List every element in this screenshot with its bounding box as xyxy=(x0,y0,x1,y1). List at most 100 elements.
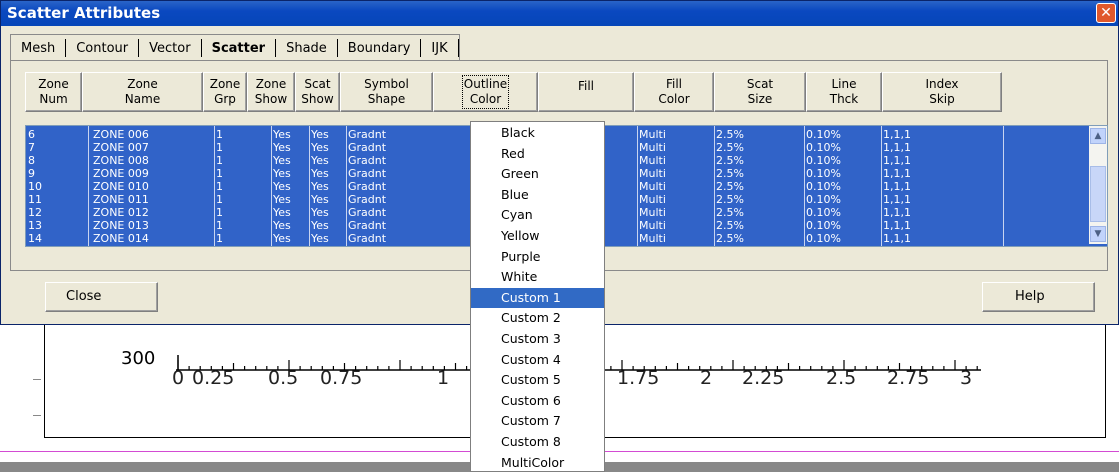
x-tick-label: 2.75 xyxy=(887,367,930,389)
column-index-skip-button[interactable]: Index Skip xyxy=(882,72,1002,112)
cell-zone-num: 8 xyxy=(28,155,35,166)
color-option-yellow[interactable]: Yellow xyxy=(471,226,604,246)
color-option-multicolor[interactable]: MultiColor xyxy=(471,453,604,473)
column-outline-color-button[interactable]: Outline Color xyxy=(433,72,538,112)
cell-zone-name: ZONE 012 xyxy=(93,207,149,218)
cell-fill-color: Multi xyxy=(639,142,666,153)
cell-zone-name: ZONE 014 xyxy=(93,233,149,244)
cell-zone-grp: 1 xyxy=(216,129,223,140)
tab-boundary[interactable]: Boundary xyxy=(338,41,421,56)
column-symbol-shape-button[interactable]: Symbol Shape xyxy=(340,72,433,112)
cell-index-skip: 1,1,1 xyxy=(883,207,911,218)
cell-scat-show: Yes xyxy=(311,194,329,205)
cell-line-thck: 0.10% xyxy=(806,194,841,205)
cell-line-thck: 0.10% xyxy=(806,181,841,192)
list-scrollbar[interactable]: ▲ ▼ xyxy=(1089,126,1107,244)
column-label: Fill Color xyxy=(658,77,690,106)
cell-zone-num: 13 xyxy=(28,220,42,231)
cell-zone-name: ZONE 011 xyxy=(93,194,149,205)
cell-zone-grp: 1 xyxy=(216,181,223,192)
color-option-custom-1[interactable]: Custom 1 xyxy=(471,287,604,308)
cell-index-skip: 1,1,1 xyxy=(883,155,911,166)
cell-zone-show: Yes xyxy=(273,220,291,231)
cell-zone-name: ZONE 013 xyxy=(93,220,149,231)
scroll-thumb[interactable] xyxy=(1090,166,1106,222)
cell-symbol-shape: Gradnt xyxy=(348,181,387,192)
column-fill-color-button[interactable]: Fill Color xyxy=(634,72,714,112)
cell-index-skip: 1,1,1 xyxy=(883,194,911,205)
cell-scat-size: 2.5% xyxy=(716,220,744,231)
tab-mesh[interactable]: Mesh xyxy=(11,41,65,56)
cell-symbol-shape: Gradnt xyxy=(348,233,387,244)
color-option-custom-8[interactable]: Custom 8 xyxy=(471,432,604,452)
title-bar[interactable]: Scatter Attributes ✕ xyxy=(1,1,1118,26)
x-tick-label: 2.25 xyxy=(742,367,785,389)
column-zone-num-button[interactable]: Zone Num xyxy=(25,72,82,112)
cell-line-thck: 0.10% xyxy=(806,129,841,140)
close-button[interactable]: Close xyxy=(45,282,158,312)
color-option-custom-2[interactable]: Custom 2 xyxy=(471,308,604,328)
color-option-custom-7[interactable]: Custom 7 xyxy=(471,411,604,431)
column-fill-button[interactable]: Fill xyxy=(538,72,634,112)
color-option-custom-4[interactable]: Custom 4 xyxy=(471,350,604,370)
cell-line-thck: 0.10% xyxy=(806,207,841,218)
color-option-white[interactable]: White xyxy=(471,267,604,287)
scroll-down-icon[interactable]: ▼ xyxy=(1090,226,1106,242)
cell-zone-show: Yes xyxy=(273,181,291,192)
cell-zone-show: Yes xyxy=(273,155,291,166)
color-option-cyan[interactable]: Cyan xyxy=(471,205,604,225)
plot-type-tabs: Mesh Contour Vector Scatter Shade Bounda… xyxy=(10,34,460,61)
color-option-blue[interactable]: Blue xyxy=(471,185,604,205)
cell-zone-grp: 1 xyxy=(216,207,223,218)
cell-index-skip: 1,1,1 xyxy=(883,168,911,179)
left-tick-mark xyxy=(33,415,41,416)
plot-y-label: 300 xyxy=(121,348,156,369)
cell-scat-size: 2.5% xyxy=(716,181,744,192)
x-tick-label: 2 xyxy=(700,367,713,389)
tab-ijk[interactable]: IJK xyxy=(421,41,457,56)
cell-zone-name: ZONE 007 xyxy=(93,142,149,153)
color-option-custom-3[interactable]: Custom 3 xyxy=(471,329,604,349)
cell-zone-name: ZONE 008 xyxy=(93,155,149,166)
column-scat-show-button[interactable]: Scat Show xyxy=(295,72,340,112)
x-tick-label: 0.25 xyxy=(192,367,235,389)
tab-shade[interactable]: Shade xyxy=(276,41,337,56)
color-option-custom-6[interactable]: Custom 6 xyxy=(471,391,604,411)
cell-line-thck: 0.10% xyxy=(806,233,841,244)
x-tick-label: 2.5 xyxy=(826,367,857,389)
tab-scatter[interactable]: Scatter xyxy=(202,41,276,56)
column-label: Zone Name xyxy=(124,77,161,106)
help-button[interactable]: Help xyxy=(982,282,1095,312)
column-label: Zone Grp xyxy=(209,77,241,106)
cell-index-skip: 1,1,1 xyxy=(883,142,911,153)
cell-index-skip: 1,1,1 xyxy=(883,181,911,192)
cell-zone-num: 12 xyxy=(28,207,42,218)
outline-color-dropdown[interactable]: Black Red Green Blue Cyan Yellow Purple White Cu… xyxy=(470,121,605,472)
color-option-black[interactable]: Black xyxy=(471,123,604,143)
cell-zone-show: Yes xyxy=(273,207,291,218)
cell-zone-num: 11 xyxy=(28,194,42,205)
color-option-custom-5[interactable]: Custom 5 xyxy=(471,370,604,390)
column-zone-show-button[interactable]: Zone Show xyxy=(247,72,295,112)
scroll-up-icon[interactable]: ▲ xyxy=(1090,128,1106,144)
cell-zone-show: Yes xyxy=(273,168,291,179)
column-label: Scat Show xyxy=(301,77,334,106)
cell-fill-color: Multi xyxy=(639,194,666,205)
color-option-red[interactable]: Red xyxy=(471,144,604,164)
tab-contour[interactable]: Contour xyxy=(66,41,138,56)
cell-scat-show: Yes xyxy=(311,207,329,218)
column-label: Outline Color xyxy=(461,75,510,109)
column-zone-grp-button[interactable]: Zone Grp xyxy=(203,72,247,112)
cell-zone-grp: 1 xyxy=(216,168,223,179)
color-option-green[interactable]: Green xyxy=(471,164,604,184)
cell-scat-show: Yes xyxy=(311,181,329,192)
tab-separator xyxy=(457,39,459,57)
column-line-thck-button[interactable]: Line Thck xyxy=(806,72,882,112)
cell-fill-color: Multi xyxy=(639,168,666,179)
close-window-icon[interactable]: ✕ xyxy=(1096,3,1116,23)
column-scat-size-button[interactable]: Scat Size xyxy=(714,72,806,112)
column-zone-name-button[interactable]: Zone Name xyxy=(82,72,203,112)
x-tick-label: 0.75 xyxy=(320,367,363,389)
color-option-purple[interactable]: Purple xyxy=(471,247,604,267)
tab-vector[interactable]: Vector xyxy=(139,41,200,56)
